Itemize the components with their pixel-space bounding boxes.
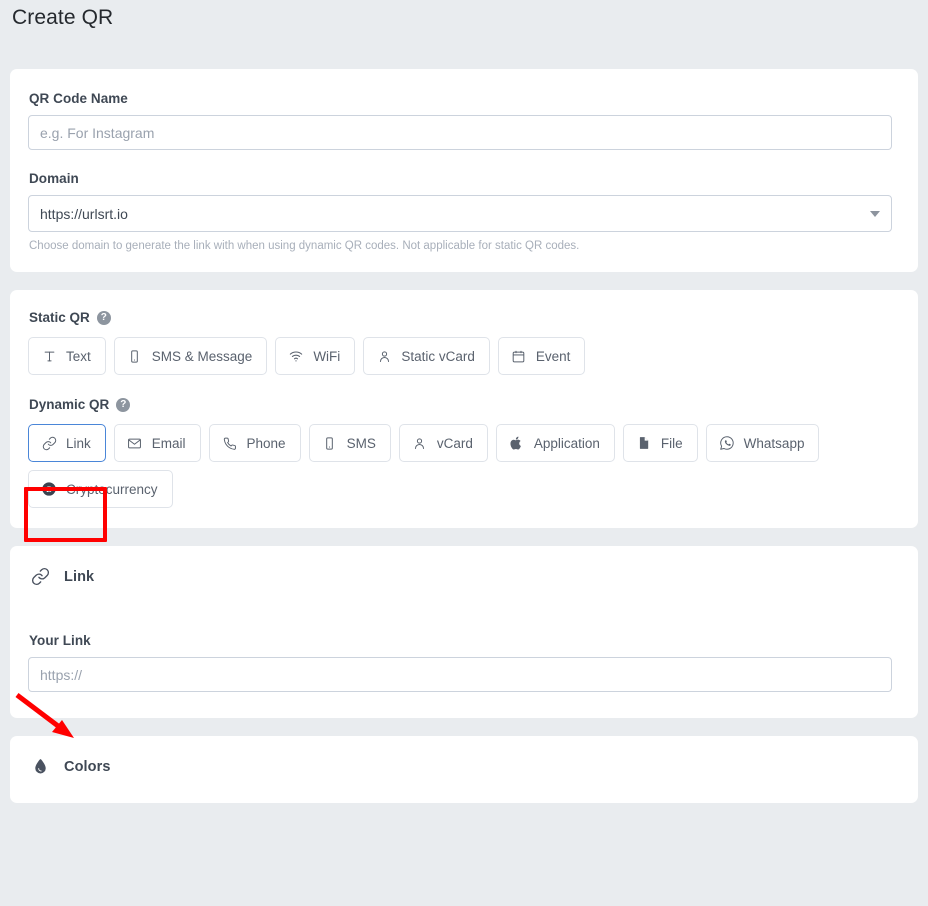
qr-type-button-vcard[interactable]: vCard — [398, 424, 488, 462]
domain-selected-value: https://urlsrt.io — [40, 205, 128, 222]
envelope-icon — [127, 435, 143, 451]
qr-code-name-input[interactable] — [28, 115, 892, 150]
question-mark-icon[interactable]: ? — [116, 397, 131, 412]
qr-basics-card: QR Code Name Domain https://urlsrt.io Ch… — [10, 69, 918, 272]
your-link-input[interactable] — [28, 657, 892, 692]
phone-icon — [222, 435, 238, 451]
whatsapp-icon — [719, 435, 735, 451]
qr-type-button-wifi[interactable]: WiFi — [275, 337, 356, 375]
qr-type-button-link[interactable]: Link — [28, 424, 106, 462]
static-qr-button-row: Text SMS & Message WiFi Static vCard Event — [28, 337, 900, 375]
dynamic-qr-label: Dynamic QR — [29, 397, 110, 412]
qr-type-label: SMS — [346, 435, 376, 451]
mobile-icon — [127, 348, 143, 364]
calendar-icon — [511, 348, 527, 364]
person-icon — [412, 435, 428, 451]
qr-type-button-whatsapp[interactable]: Whatsapp — [705, 424, 820, 462]
qr-type-label: WiFi — [313, 348, 341, 364]
qr-type-button-phone[interactable]: Phone — [208, 424, 301, 462]
link-card: Link Your Link — [10, 546, 918, 718]
qr-type-button-application[interactable]: Application — [495, 424, 615, 462]
qr-type-button-text[interactable]: Text — [28, 337, 106, 375]
link-icon — [30, 566, 51, 587]
person-icon — [376, 348, 392, 364]
dynamic-qr-heading: Dynamic QR ? — [29, 397, 900, 412]
page-title: Create QR — [12, 6, 114, 29]
qr-type-label: Phone — [246, 435, 286, 451]
droplet-icon — [30, 756, 51, 777]
svg-text:B: B — [45, 485, 52, 494]
mobile-icon — [322, 435, 338, 451]
link-section-heading: Link — [30, 566, 900, 587]
domain-help-text: Choose domain to generate the link with … — [29, 240, 580, 252]
qr-code-name-label: QR Code Name — [29, 91, 128, 106]
colors-card: Colors — [10, 736, 918, 803]
qr-type-button-email[interactable]: Email — [113, 424, 201, 462]
link-section-title: Link — [64, 568, 95, 585]
qr-type-button-static-vcard[interactable]: Static vCard — [363, 337, 490, 375]
link-icon — [41, 435, 57, 451]
qr-type-label: Email — [151, 435, 186, 451]
qr-types-card: Static QR ? Text SMS & Message WiFi Static … — [10, 290, 918, 528]
qr-type-button-sms[interactable]: SMS — [308, 424, 391, 462]
question-mark-icon[interactable]: ? — [96, 310, 111, 325]
qr-type-label: SMS & Message — [151, 348, 253, 364]
static-qr-label: Static QR — [29, 310, 90, 325]
qr-type-label: Whatsapp — [743, 435, 805, 451]
colors-section-title: Colors — [64, 758, 111, 775]
colors-section-heading: Colors — [30, 756, 900, 777]
qr-type-label: Link — [66, 435, 91, 451]
qr-type-label: vCard — [436, 435, 473, 451]
chevron-down-icon — [870, 210, 880, 217]
qr-type-button-file[interactable]: File — [622, 424, 698, 462]
bitcoin-icon: B — [41, 481, 57, 497]
create-qr-page: Create QR QR Code Name Domain https://ur… — [0, 0, 928, 906]
text-icon — [41, 348, 57, 364]
your-link-label: Your Link — [29, 633, 91, 648]
qr-type-button-sms-message[interactable]: SMS & Message — [113, 337, 268, 375]
domain-label: Domain — [29, 171, 79, 186]
wifi-icon — [288, 348, 304, 364]
qr-type-label: File — [660, 435, 683, 451]
qr-type-label: Static vCard — [401, 348, 475, 364]
qr-type-label: Application — [533, 435, 600, 451]
file-icon — [636, 435, 652, 451]
domain-select[interactable]: https://urlsrt.io — [28, 195, 892, 232]
qr-type-button-cryptocurrency[interactable]: B Cryptocurrency — [28, 470, 173, 508]
qr-type-label: Event — [535, 348, 571, 364]
dynamic-qr-button-row: Link Email Phone SMS vCard Application File Wha… — [28, 424, 900, 508]
qr-type-button-event[interactable]: Event — [497, 337, 586, 375]
qr-type-label: Text — [66, 348, 91, 364]
apple-icon — [509, 435, 525, 451]
qr-type-label: Cryptocurrency — [66, 481, 158, 497]
static-qr-heading: Static QR ? — [29, 310, 900, 325]
